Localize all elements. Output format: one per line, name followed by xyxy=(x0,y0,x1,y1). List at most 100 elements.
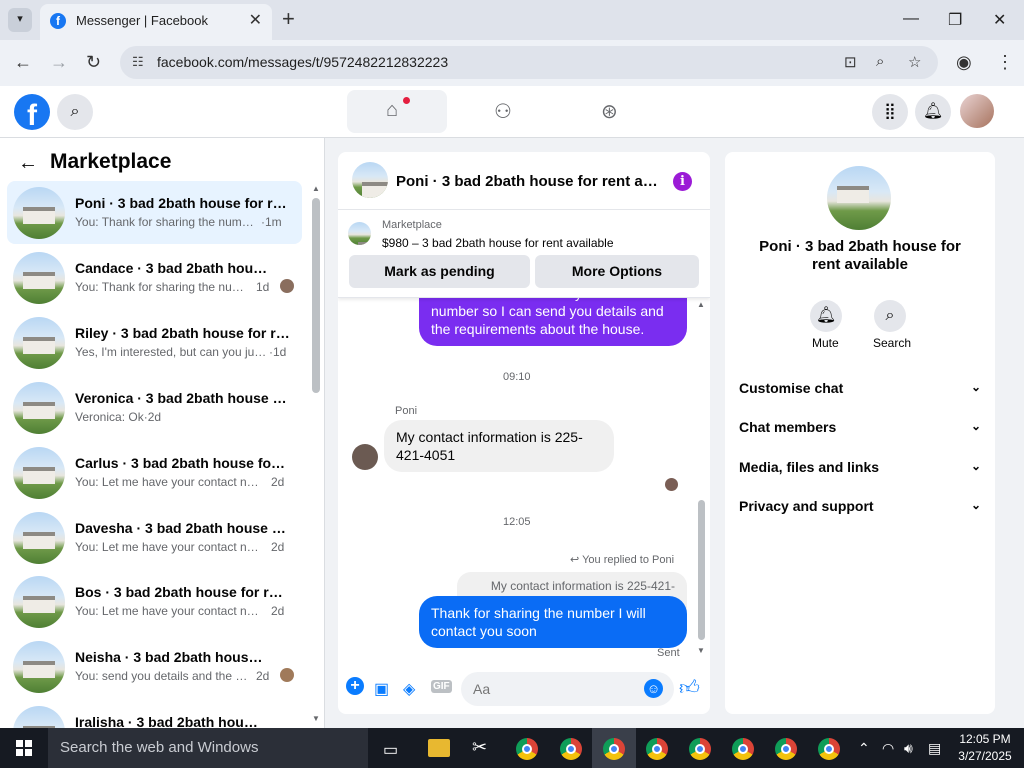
maximize-button[interactable]: ❐ xyxy=(948,10,962,30)
scroll-down-icon[interactable]: ▼ xyxy=(697,646,705,655)
mute-bell-icon[interactable]: 🔔︎ xyxy=(810,300,842,332)
chrome-icon[interactable] xyxy=(689,738,711,760)
friends-icon[interactable]: ⚇ xyxy=(494,99,512,124)
gif-icon[interactable]: GIF xyxy=(431,680,452,693)
chrome-icon[interactable] xyxy=(603,738,625,760)
reply-indicator: ↩ You replied to Poni xyxy=(570,554,675,566)
emoji-icon[interactable]: ☺ xyxy=(644,679,663,698)
chrome-icon[interactable] xyxy=(732,738,754,760)
mute-label[interactable]: Mute xyxy=(812,336,839,350)
snipping-tool-icon[interactable]: ✂ xyxy=(472,737,487,758)
incoming-message: My contact information is 225-421-4051 xyxy=(384,420,614,472)
sticker-icon[interactable]: ◈ xyxy=(403,679,415,699)
section-privacy-support[interactable]: Privacy and support ⌄ xyxy=(739,498,981,514)
list-item[interactable]: Candace · 3 bad 2bath house for rent ava… xyxy=(7,246,302,309)
chrome-icon[interactable] xyxy=(775,738,797,760)
chat-title[interactable]: Poni · 3 bad 2bath house for rent availa… xyxy=(396,173,661,190)
section-label: Media, files and links xyxy=(739,459,880,475)
conversation-list-panel: ← Marketplace Poni · 3 bad 2bath house f… xyxy=(0,138,325,728)
wifi-icon[interactable]: ◠ xyxy=(882,740,894,757)
facebook-logo-icon[interactable]: f xyxy=(14,94,50,130)
photo-icon[interactable]: ▣ xyxy=(374,679,389,699)
url-field[interactable]: ☷ facebook.com/messages/t/95724822128322… xyxy=(120,46,938,79)
add-icon[interactable]: + xyxy=(346,677,364,695)
chrome-icon[interactable] xyxy=(560,738,582,760)
list-item[interactable]: Veronica · 3 bad 2bath house for rent av… xyxy=(7,376,302,439)
chrome-icon[interactable] xyxy=(646,738,668,760)
list-item[interactable]: Davesha · 3 bad 2bath house for rent ava… xyxy=(7,506,302,569)
search-icon[interactable]: ⌕ xyxy=(57,94,93,130)
tab-search-button[interactable]: ▾ xyxy=(8,8,32,32)
file-explorer-icon[interactable] xyxy=(428,739,450,757)
scroll-down-icon[interactable]: ▼ xyxy=(312,714,320,723)
back-icon[interactable]: ← xyxy=(14,52,32,73)
list-item[interactable]: Riley · 3 bad 2bath house for rent avail… xyxy=(7,311,302,374)
notifications-icon[interactable]: ▤ xyxy=(928,740,941,757)
browser-tab[interactable]: f Messenger | Facebook ✕ xyxy=(40,4,272,40)
chrome-icon[interactable] xyxy=(516,738,538,760)
install-app-icon[interactable]: ⊡ xyxy=(844,53,857,71)
windows-start-icon[interactable] xyxy=(16,740,32,756)
listing-thumbnail[interactable] xyxy=(352,162,388,198)
listing-thumbnail xyxy=(13,317,65,369)
listing-price-title[interactable]: $980 – 3 bad 2bath house for rent availa… xyxy=(382,236,614,250)
clock[interactable]: 12:05 PM 3/27/2025 xyxy=(955,731,1015,765)
more-options-button[interactable]: More Options xyxy=(535,255,699,288)
zoom-icon[interactable]: ⌕ xyxy=(876,53,884,70)
section-label: Privacy and support xyxy=(739,498,874,514)
conversation-title: Carlus · 3 bad 2bath house for rent avai… xyxy=(75,455,290,471)
avatar[interactable] xyxy=(352,444,378,470)
listing-thumbnail[interactable] xyxy=(827,166,891,230)
mark-as-pending-button[interactable]: Mark as pending xyxy=(349,255,530,288)
listing-thumbnail xyxy=(13,187,65,239)
section-media-files-links[interactable]: Media, files and links ⌄ xyxy=(739,459,981,475)
bookmark-star-icon[interactable]: ☆ xyxy=(908,53,921,71)
scroll-up-icon[interactable]: ▲ xyxy=(697,300,705,309)
conversation-time: 2d xyxy=(256,669,270,683)
browser-tab-bar: ▾ f Messenger | Facebook ✕ + — ❐ ✕ xyxy=(0,0,1024,40)
conversation-time: 2d xyxy=(271,540,285,554)
search-label[interactable]: Search xyxy=(873,336,911,350)
list-item[interactable]: Bos · 3 bad 2bath house for rent availab… xyxy=(7,570,302,633)
reload-icon[interactable]: ↻ xyxy=(86,52,101,73)
chevron-up-icon[interactable]: ⌃ xyxy=(858,740,870,757)
panel-title: Marketplace xyxy=(50,150,172,173)
section-customise-chat[interactable]: Customise chat ⌄ xyxy=(739,380,981,396)
message-input[interactable] xyxy=(461,672,674,706)
home-icon[interactable]: ⌂ xyxy=(386,99,398,122)
conversation-time: ·1d xyxy=(269,345,287,359)
listing-thumbnail xyxy=(13,512,65,564)
section-chat-members[interactable]: Chat members ⌄ xyxy=(739,419,981,435)
list-item[interactable]: Carlus · 3 bad 2bath house for rent avai… xyxy=(7,441,302,504)
close-window-button[interactable]: ✕ xyxy=(993,10,1006,30)
info-icon[interactable]: i xyxy=(673,172,692,191)
scrollbar[interactable] xyxy=(312,198,320,393)
task-view-icon[interactable]: ▭ xyxy=(383,740,398,760)
list-item[interactable]: Iralisha · 3 bad 2bath house for rent av… xyxy=(7,700,302,728)
listing-thumbnail[interactable] xyxy=(348,222,371,245)
site-info-icon[interactable]: ☷ xyxy=(132,54,144,70)
url-text: facebook.com/messages/t/9572482212832223 xyxy=(157,54,449,70)
new-tab-button[interactable]: + xyxy=(282,6,295,32)
menu-icon[interactable]: ⋮ xyxy=(996,52,1014,73)
forward-icon[interactable]: → xyxy=(50,52,68,73)
back-arrow-icon[interactable]: ← xyxy=(18,152,38,175)
search-icon[interactable]: ⌕ xyxy=(874,300,906,332)
notifications-bell-icon[interactable]: 🔔︎ xyxy=(915,94,951,130)
groups-icon[interactable]: ⊛ xyxy=(601,99,618,124)
taskbar-search-box[interactable]: Search the web and Windows xyxy=(48,728,368,768)
avatar[interactable] xyxy=(960,94,994,128)
scrollbar[interactable] xyxy=(698,500,705,640)
minimize-button[interactable]: — xyxy=(903,10,919,28)
profile-icon[interactable]: ◉ xyxy=(956,52,972,73)
list-item[interactable]: Neisha · 3 bad 2bath house for rent avai… xyxy=(7,635,302,698)
scroll-up-icon[interactable]: ▲ xyxy=(312,184,320,193)
menu-grid-icon[interactable]: ⣿ xyxy=(872,94,908,130)
message-thread: available. Let me have your contact numb… xyxy=(338,298,710,666)
like-icon[interactable]: 👍︎ xyxy=(679,676,700,700)
close-tab-icon[interactable]: ✕ xyxy=(249,10,262,30)
list-item[interactable]: Poni · 3 bad 2bath house for rent availa… xyxy=(7,181,302,244)
volume-icon[interactable]: 🔊︎ xyxy=(904,740,913,757)
conversation-title: Poni · 3 bad 2bath house for rent availa… xyxy=(75,195,290,211)
chrome-icon[interactable] xyxy=(818,738,840,760)
